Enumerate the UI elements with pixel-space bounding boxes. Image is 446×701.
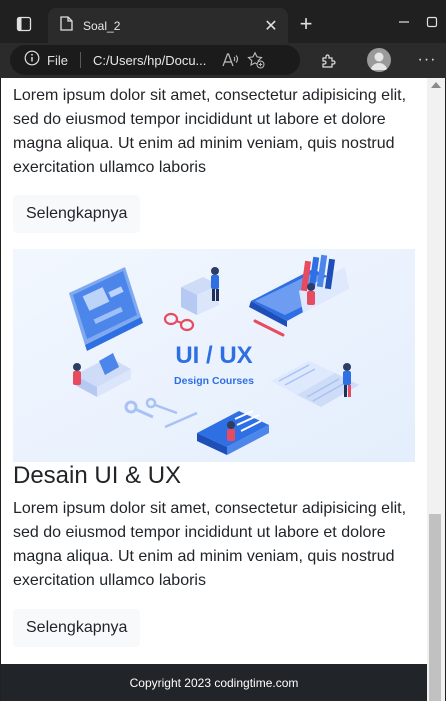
- scroll-up-arrow-icon[interactable]: [431, 82, 441, 88]
- new-tab-icon[interactable]: +: [292, 10, 320, 38]
- add-favorite-icon[interactable]: [243, 47, 269, 73]
- scrollbar-thumb[interactable]: [429, 514, 441, 701]
- browser-tab[interactable]: Soal_2 ✕: [48, 8, 288, 43]
- tab-bar: Soal_2 ✕ +: [0, 0, 446, 43]
- read-more-button[interactable]: Selengkapnya: [13, 195, 141, 233]
- profile-avatar[interactable]: [367, 48, 391, 72]
- copyright-text: Copyright 2023 codingtime.com: [129, 675, 299, 690]
- hero-heading: UI / UX: [175, 342, 252, 369]
- card-title: Desain UI & UX: [13, 462, 182, 489]
- card-description-2: Lorem ipsum dolor sit amet, consectetur …: [13, 500, 407, 589]
- file-page-icon: [60, 15, 73, 36]
- card-description: Lorem ipsum dolor sit amet, consectetur …: [13, 87, 407, 176]
- omnibox[interactable]: File C:/Users/hp/Docu...: [10, 45, 300, 75]
- address-scheme: File: [47, 52, 68, 68]
- close-tab-icon[interactable]: ✕: [258, 13, 284, 39]
- page-footer: Copyright 2023 codingtime.com: [1, 664, 427, 701]
- info-icon[interactable]: [24, 50, 40, 71]
- address-bar: File C:/Users/hp/Docu... ···: [0, 43, 446, 78]
- vertical-scrollbar[interactable]: [427, 78, 445, 701]
- read-aloud-icon[interactable]: [217, 47, 243, 73]
- minimize-icon[interactable]: [392, 10, 416, 34]
- page-viewport: Lorem ipsum dolor sit amet, consectetur …: [1, 78, 445, 701]
- ui-ux-course-image: UI / UX Design Courses: [13, 249, 415, 462]
- maximize-icon[interactable]: [420, 10, 444, 34]
- tab-title: Soal_2: [83, 18, 121, 33]
- extensions-icon[interactable]: [316, 48, 342, 74]
- more-options-icon[interactable]: ···: [415, 48, 439, 72]
- address-url[interactable]: C:/Users/hp/Docu...: [93, 53, 217, 68]
- tab-actions-icon[interactable]: [10, 10, 38, 38]
- hero-subheading: Design Courses: [174, 375, 254, 387]
- read-more-button-2[interactable]: Selengkapnya: [13, 609, 141, 647]
- page-content: Lorem ipsum dolor sit amet, consectetur …: [1, 78, 427, 701]
- omnibox-divider: [79, 52, 81, 68]
